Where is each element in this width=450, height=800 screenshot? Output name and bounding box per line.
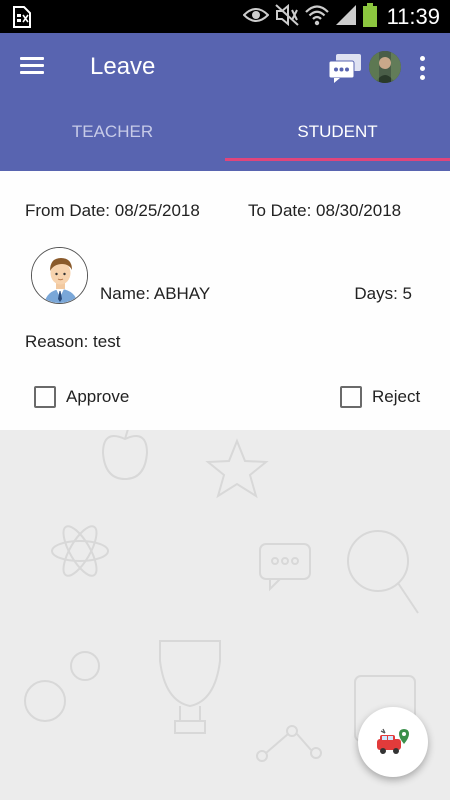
chat-icon — [328, 54, 361, 83]
approve-checkbox[interactable] — [34, 386, 56, 408]
reject-label: Reject — [372, 387, 421, 406]
wifi-icon — [304, 4, 329, 31]
more-options-button[interactable] — [414, 55, 430, 81]
mute-icon — [274, 3, 299, 31]
tab-teacher[interactable]: TEACHER — [0, 101, 225, 171]
leave-days: Days: 5 — [354, 284, 412, 303]
signal-icon — [335, 4, 357, 31]
reject-checkbox[interactable] — [340, 386, 362, 408]
track-bus-button[interactable] — [358, 707, 428, 777]
leave-reason: Reason: test — [25, 332, 121, 351]
student-name: Name: ABHAY — [100, 284, 211, 303]
sim-card-icon — [12, 6, 32, 33]
bus-location-icon — [377, 728, 409, 754]
menu-button[interactable] — [20, 53, 50, 81]
battery-icon — [362, 2, 377, 32]
more-vert-icon — [419, 56, 425, 61]
profile-avatar[interactable] — [369, 51, 401, 83]
from-date: From Date: 08/25/2018 — [25, 201, 200, 220]
approve-label: Approve — [66, 387, 130, 406]
eye-icon — [242, 6, 269, 29]
menu-icon — [20, 57, 44, 60]
reject-option[interactable]: Reject — [340, 386, 420, 408]
tab-indicator — [225, 158, 450, 161]
chat-button[interactable] — [328, 53, 362, 83]
student-avatar — [31, 247, 88, 304]
tab-bar: TEACHER STUDENT — [0, 101, 450, 171]
app-bar: Leave — [0, 33, 450, 101]
page-title: Leave — [90, 53, 156, 80]
clock-time: 11:39 — [386, 4, 440, 29]
approve-option[interactable]: Approve — [34, 386, 129, 408]
to-date: To Date: 08/30/2018 — [248, 201, 402, 220]
leave-card: From Date: 08/25/2018 To Date: 08/30/201… — [0, 171, 450, 430]
status-bar: 11:39 — [0, 0, 450, 33]
